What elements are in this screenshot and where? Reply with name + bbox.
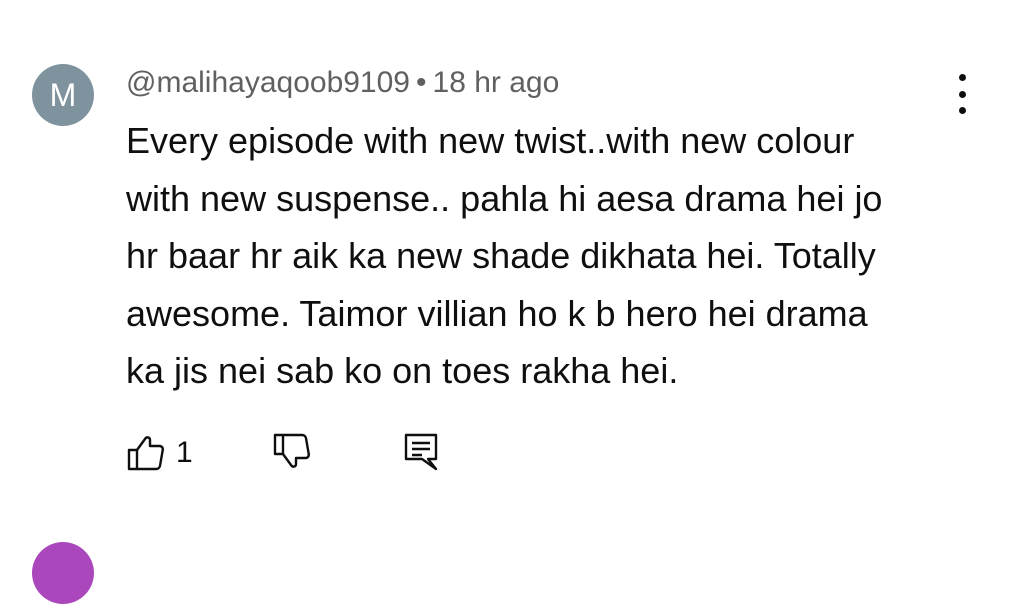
comment-text-line: with new suspense.. pahla hi aesa drama … bbox=[126, 177, 883, 219]
comment-author[interactable]: @malihayaqoob9109 bbox=[126, 66, 410, 99]
comment-text-line: hr baar hr aik ka new shade dikhata hei.… bbox=[126, 235, 876, 276]
comment-text-line: Every episode with new twist..with new c… bbox=[126, 120, 855, 161]
kebab-dot bbox=[958, 90, 966, 98]
reply-button[interactable] bbox=[402, 432, 442, 472]
comment-text-line: ka jis nei sab ko on toes rakha hei. bbox=[126, 350, 679, 391]
like-count: 1 bbox=[176, 436, 193, 469]
comment-timestamp: 18 hr ago bbox=[432, 66, 560, 99]
comment-text-line: awesome. Taimor villian ho k b hero hei … bbox=[126, 292, 868, 334]
kebab-dot bbox=[958, 74, 966, 81]
comment-meta: @malihayaqoob9109 • 18 hr ago bbox=[126, 66, 559, 100]
comment-icon bbox=[404, 433, 438, 471]
meta-separator: • bbox=[416, 66, 427, 99]
comment-item: M @malihayaqoob9109 • 18 hr ago Every epis… bbox=[0, 0, 1024, 540]
thumb-down-icon bbox=[273, 433, 310, 468]
like-button[interactable]: 1 bbox=[126, 432, 198, 472]
more-vert-icon[interactable] bbox=[948, 74, 976, 114]
thumb-up-icon bbox=[127, 436, 164, 471]
comment-text: Every episode with new twist..with new c… bbox=[126, 112, 966, 400]
avatar[interactable]: M bbox=[32, 64, 94, 126]
dislike-button[interactable] bbox=[272, 432, 312, 472]
next-comment-avatar[interactable] bbox=[32, 542, 94, 604]
